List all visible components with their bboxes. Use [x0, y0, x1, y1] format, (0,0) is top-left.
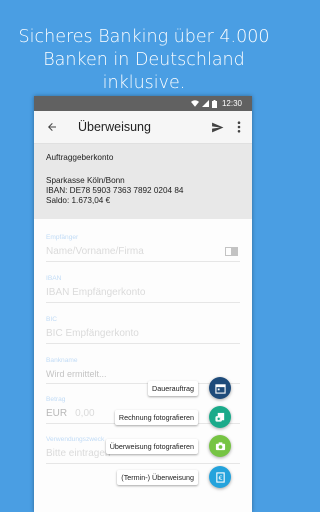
fab-standing-order-label: Dauerauftrag	[148, 380, 198, 396]
more-options-button[interactable]	[228, 121, 250, 133]
back-arrow-icon	[48, 123, 56, 131]
calendar-icon[interactable]	[209, 377, 231, 399]
currency-label: EUR	[46, 408, 68, 419]
fab-photo-invoice-label: Rechnung fotografieren	[114, 409, 198, 425]
headline-line-1: Sicheres Banking über 4.000	[18, 27, 270, 47]
recipient-field[interactable]: Empfänger Name/Vorname/Firma	[46, 234, 240, 262]
page-title: Überweisung	[78, 120, 151, 134]
promo-headline: Sicheres Banking über 4.000 Banken in De…	[0, 26, 288, 95]
account-bank: Sparkasse Köln/Bonn	[46, 176, 125, 185]
fab-photo-transfer-label: Überweisung fotografieren	[105, 438, 198, 454]
fab-photo-invoice[interactable]: Rechnung fotografieren	[114, 406, 231, 428]
status-bar: 12:30	[34, 96, 252, 111]
account-iban: IBAN: DE78 5903 7363 7892 0204 84	[46, 186, 184, 195]
bic-label: BIC	[46, 316, 57, 323]
amount-placeholder: 0,00	[75, 408, 95, 419]
bic-input[interactable]: BIC Empfängerkonto	[46, 328, 240, 344]
headline-line-2: Banken in Deutschland inklusive.	[43, 50, 245, 93]
bic-field[interactable]: BIC BIC Empfängerkonto	[46, 316, 240, 344]
wifi-icon	[190, 100, 199, 107]
iban-placeholder: IBAN Empfängerkonto	[46, 287, 146, 298]
bic-placeholder: BIC Empfängerkonto	[46, 328, 139, 339]
bankname-label: Bankname	[46, 357, 78, 364]
account-section-title: Auftraggeberkonto	[46, 153, 114, 162]
svg-text:€: €	[218, 473, 222, 481]
signal-icon	[201, 100, 209, 107]
send-button[interactable]	[206, 121, 228, 134]
contacts-book-icon[interactable]	[225, 247, 238, 256]
account-balance: Saldo: 1.673,04 €	[46, 196, 111, 205]
sender-account-panel[interactable]: Auftraggeberkonto Sparkasse Köln/Bonn IB…	[34, 144, 252, 219]
iban-field[interactable]: IBAN IBAN Empfängerkonto	[46, 275, 240, 303]
back-button[interactable]	[34, 121, 70, 133]
more-vert-icon	[237, 121, 241, 133]
bankname-text: Wird ermittelt...	[46, 369, 107, 379]
fab-standing-order[interactable]: Dauerauftrag	[148, 377, 231, 399]
app-bar: Überweisung	[34, 111, 252, 144]
iban-label: IBAN	[46, 275, 62, 282]
status-time: 12:30	[221, 99, 242, 108]
camera-icon[interactable]	[209, 435, 231, 457]
fab-scheduled-transfer-label: (Termin-) Überweisung	[117, 469, 198, 485]
transfer-form: Empfänger Name/Vorname/Firma IBAN IBAN E…	[34, 234, 252, 464]
iban-input[interactable]: IBAN Empfängerkonto	[46, 287, 240, 303]
battery-icon	[211, 99, 217, 108]
recipient-label: Empfänger	[46, 234, 79, 241]
fab-photo-transfer[interactable]: Überweisung fotografieren	[105, 435, 231, 457]
send-icon	[211, 122, 223, 132]
fab-scheduled-transfer[interactable]: (Termin-) Überweisung €	[117, 466, 231, 488]
recipient-placeholder: Name/Vorname/Firma	[46, 246, 144, 257]
purpose-placeholder: Bitte eintragen	[46, 448, 111, 459]
recipient-input[interactable]: Name/Vorname/Firma	[46, 246, 240, 262]
invoice-camera-icon[interactable]	[209, 406, 231, 428]
euro-transfer-icon[interactable]: €	[209, 466, 231, 488]
phone-screen: 12:30 Überweisung Auftraggeberkonto Spar…	[34, 96, 252, 512]
